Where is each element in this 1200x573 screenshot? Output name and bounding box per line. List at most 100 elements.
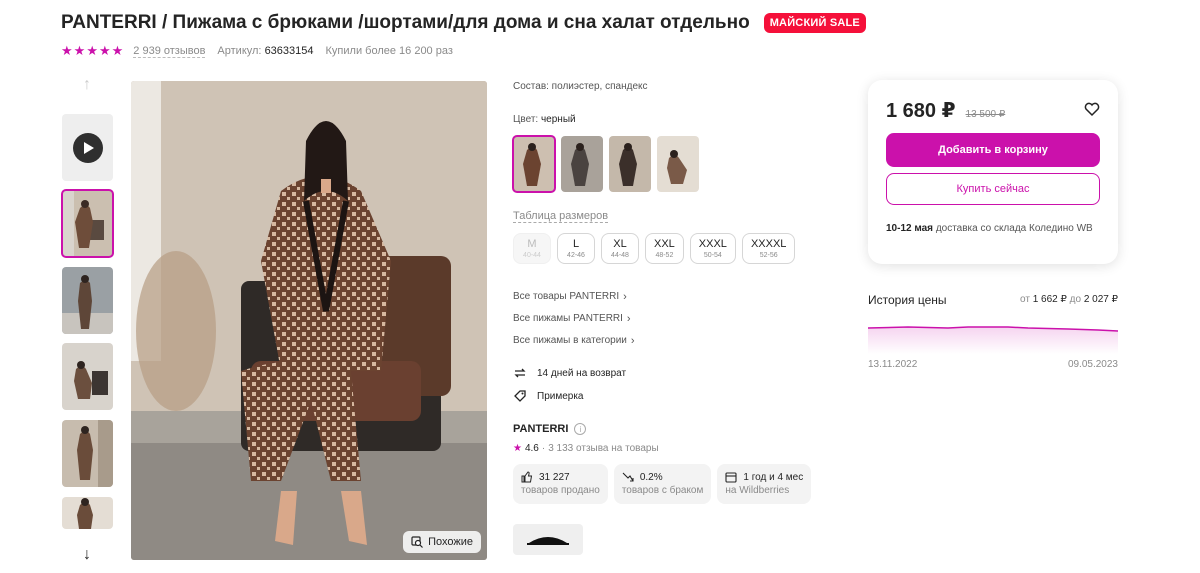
- article-value: 63633154: [264, 45, 314, 57]
- gallery-thumbnail[interactable]: [62, 343, 113, 410]
- similar-label: Похожие: [428, 536, 473, 548]
- gallery-thumbnail[interactable]: [62, 420, 113, 487]
- product-page: PANTERRI / Пижама с брюками /шортами/для…: [0, 0, 1200, 573]
- article-number: Артикул: 63633154: [217, 45, 313, 57]
- stat-label: товаров продано: [521, 485, 600, 496]
- all-brand-pajamas-link[interactable]: Все пижамы PANTERRI ›: [513, 313, 635, 335]
- reviews-link[interactable]: 2 939 отзывов: [133, 45, 206, 58]
- product-details: Состав: полиэстер, спандекс Цвет: черный…: [512, 81, 833, 555]
- range-to: 2 027 ₽: [1083, 294, 1118, 305]
- link-label: Все пижамы в категории: [513, 335, 627, 346]
- delivery-info: 10-12 мая доставка со склада Коледино WB: [886, 221, 1100, 236]
- arrow-up-icon[interactable]: ↑: [79, 76, 95, 94]
- size-option[interactable]: L 42-46: [557, 233, 595, 264]
- size-name: XXXXL: [750, 238, 787, 250]
- video-thumbnail[interactable]: [62, 114, 113, 181]
- color-swatch[interactable]: [609, 136, 651, 192]
- old-price: 13 500 ₽: [965, 109, 1006, 120]
- history-start-date: 13.11.2022: [868, 359, 918, 370]
- delivery-text: доставка со склада Коледино WB: [935, 223, 1093, 234]
- return-text: 14 дней на возврат: [537, 367, 627, 379]
- bought-count: Купили более 16 200 раз: [325, 45, 453, 57]
- gallery-thumbnail[interactable]: [61, 189, 114, 258]
- size-range: 48-52: [655, 252, 674, 259]
- price-history-range: от 1 662 ₽ до 2 027 ₽: [1020, 294, 1118, 305]
- size-option[interactable]: XL 44-48: [601, 233, 639, 264]
- size-name: M: [527, 238, 537, 250]
- link-label: Все товары PANTERRI: [513, 291, 620, 302]
- star-icon: ★: [513, 443, 522, 454]
- category-pajamas-link[interactable]: Все пижамы в категории ›: [513, 335, 635, 357]
- color-swatch[interactable]: [657, 136, 699, 192]
- color-label: Цвет: черный: [513, 114, 576, 125]
- arrow-down-icon[interactable]: ↓: [79, 546, 95, 564]
- article-label: Артикул:: [217, 45, 262, 57]
- range-to-label: до: [1069, 294, 1082, 305]
- chevron-right-icon: ›: [626, 313, 631, 325]
- price-history-title: История цены: [868, 293, 947, 307]
- color-swatch[interactable]: [561, 136, 603, 192]
- play-icon: [72, 132, 103, 163]
- range-from: 1 662 ₽: [1032, 294, 1067, 305]
- buy-now-button[interactable]: Купить сейчас: [886, 173, 1100, 205]
- size-range: 44-48: [611, 252, 629, 259]
- size-option: M 40-44: [513, 233, 551, 264]
- gallery-thumbnail[interactable]: [62, 497, 113, 529]
- gallery-thumbnail[interactable]: [62, 267, 113, 334]
- separator: ·: [541, 443, 546, 454]
- thumbs-up-icon: [521, 471, 533, 483]
- star-icon: ★: [111, 43, 124, 58]
- fitting-text: Примерка: [537, 390, 584, 402]
- size-option[interactable]: XXXL 50-54: [689, 233, 736, 264]
- product-title: PANTERRI / Пижама с брюками /шортами/для…: [61, 12, 750, 33]
- all-brand-products-link[interactable]: Все товары PANTERRI ›: [513, 291, 635, 313]
- stat-value: 0.2%: [639, 471, 663, 483]
- stat-label: товаров с браком: [621, 485, 704, 496]
- search-similar-icon: [411, 536, 424, 548]
- trend-down-icon: [622, 472, 634, 482]
- brand-logo-mark: [527, 536, 569, 545]
- size-name: XXL: [654, 238, 675, 250]
- size-option[interactable]: XXL 48-52: [645, 233, 684, 264]
- size-name: XL: [613, 238, 627, 250]
- link-label: Все пижамы PANTERRI: [513, 313, 623, 324]
- current-price: 1 680 ₽: [886, 100, 956, 122]
- color-label-text: Цвет:: [513, 114, 539, 125]
- heart-icon[interactable]: [1083, 100, 1101, 118]
- star-icon: ★: [73, 43, 86, 58]
- add-to-cart-button[interactable]: Добавить в корзину: [886, 133, 1100, 167]
- stat-value: 31 227: [539, 471, 570, 483]
- sale-badge[interactable]: МАЙСКИЙ SALE: [763, 13, 866, 33]
- star-icon: ★: [86, 43, 98, 58]
- info-icon[interactable]: i: [574, 423, 587, 435]
- price-history-area: [868, 327, 1118, 354]
- size-name: L: [572, 238, 580, 250]
- size-range: 50-54: [703, 252, 722, 259]
- calendar-icon: [725, 472, 737, 483]
- related-links: Все товары PANTERRI › Все пижамы PANTERRI…: [513, 291, 635, 357]
- stat-value: 1 год и 4 мес: [743, 471, 804, 483]
- price-history-chart[interactable]: [868, 318, 1118, 354]
- rating-stars: ★ ★ ★ ★ ★: [61, 44, 123, 58]
- brand-logo[interactable]: [513, 524, 583, 555]
- composition: Состав: полиэстер, спандекс: [513, 81, 648, 92]
- color-swatch[interactable]: [512, 135, 556, 193]
- size-range: 52-56: [759, 252, 778, 259]
- brand-reviews[interactable]: 3 133 отзыва на товары: [548, 443, 658, 454]
- buy-card: 1 680 ₽ 13 500 ₽ Добавить в корзину Купи…: [868, 80, 1118, 264]
- size-table-link[interactable]: Таблица размеров: [513, 210, 609, 223]
- brand-rating-value: 4.6: [524, 443, 539, 454]
- tag-icon: [514, 390, 526, 402]
- main-product-photo[interactable]: Похожие: [131, 81, 487, 560]
- color-value: черный: [540, 114, 576, 125]
- product-meta: ★ ★ ★ ★ ★ 2 939 отзывов Артикул: 6363315…: [61, 44, 453, 58]
- size-option[interactable]: XXXXL 52-56: [741, 233, 796, 264]
- brand-name[interactable]: PANTERRI: [513, 423, 568, 435]
- brand-stats: 31 227 товаров продано 0.2% товаров с бр…: [513, 464, 812, 504]
- similar-button[interactable]: Похожие: [403, 531, 481, 553]
- chevron-right-icon: ›: [623, 291, 627, 303]
- size-range: 42-46: [567, 252, 585, 259]
- size-range: 40-44: [523, 252, 541, 259]
- history-end-date: 09.05.2023: [1067, 359, 1118, 370]
- return-arrows-icon: [514, 368, 526, 378]
